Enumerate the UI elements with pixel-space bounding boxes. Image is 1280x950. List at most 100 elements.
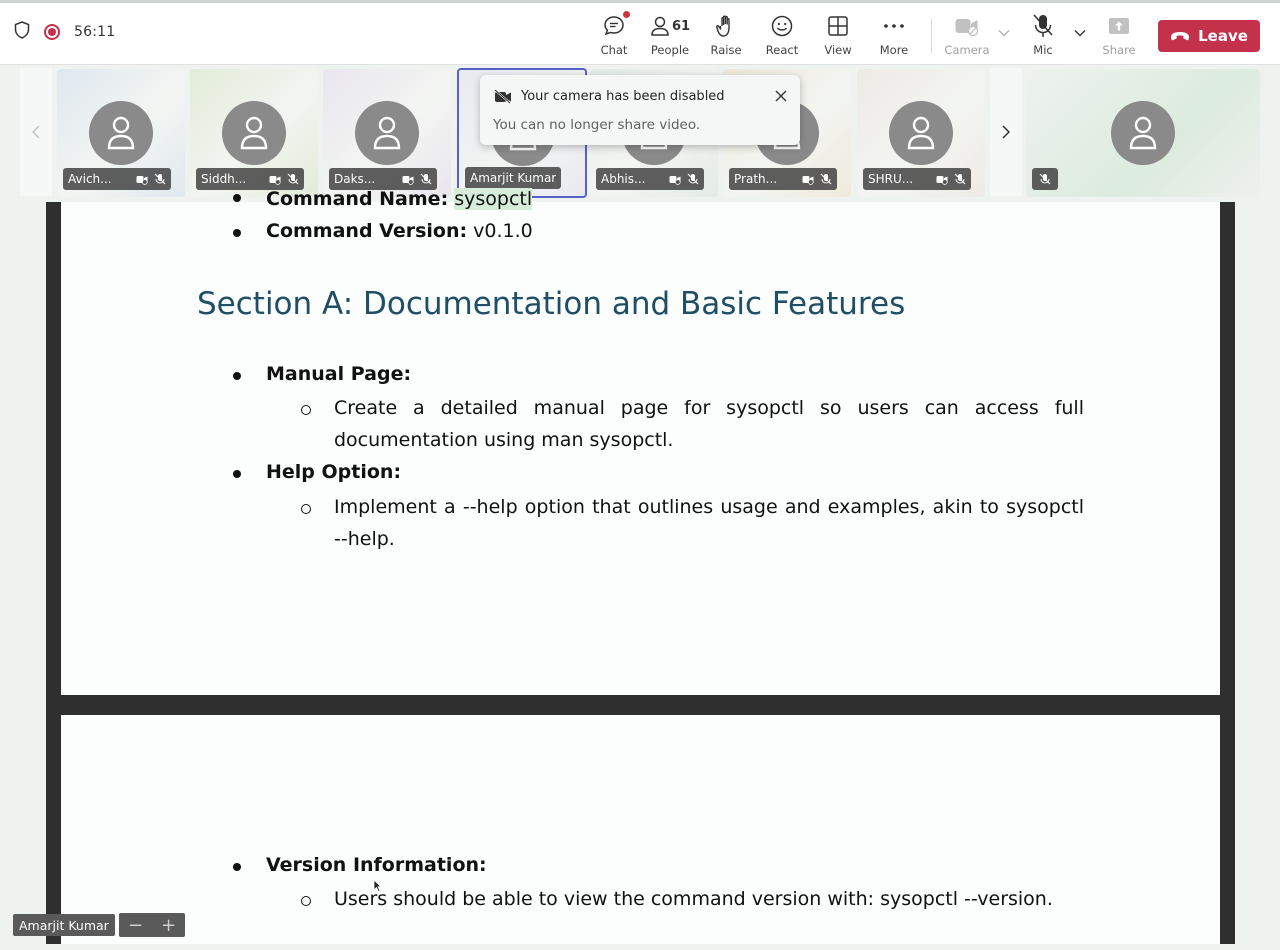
toolbar-divider [931,19,932,53]
more-button[interactable]: More [866,13,922,59]
help-option-item: Help Option: [266,461,401,483]
camera-label: Camera [944,43,990,57]
participant-tile[interactable]: Siddh... [190,69,318,197]
document-page: Command Name: sysopctl Command Version: … [61,188,1220,695]
manual-page-label: Manual Page: [266,363,412,385]
section-heading: Section A: Documentation and Basic Featu… [197,286,906,322]
view-button[interactable]: View [810,13,866,59]
raise-label: Raise [710,43,742,57]
participant-namebar: Avich... [63,168,171,190]
camera-off-icon [136,173,148,185]
help-option-line-1: Implement a --help option that outlines … [334,496,1084,518]
shared-document-view[interactable]: Command Name: sysopctl Command Version: … [46,188,1235,944]
share-icon [1108,13,1130,39]
manual-page-line-1: Create a detailed manual page for sysopc… [334,397,1084,419]
command-name-value: sysopctl [454,188,533,210]
camera-off-icon [494,89,512,108]
people-button[interactable]: 61 People [642,13,698,59]
close-icon[interactable] [774,88,788,107]
zoom-out-button[interactable]: − [119,913,152,937]
mic-off-icon [687,173,699,185]
help-option-line-2: --help. [334,528,395,550]
help-option-label: Help Option: [266,461,402,483]
command-version-label: Command Version: [266,220,468,242]
bullet-icon [233,372,241,380]
share-button[interactable]: Share [1091,13,1147,59]
avatar [1111,101,1175,165]
person-icon [1129,116,1157,150]
participant-tile[interactable]: Daks... [323,69,451,197]
recording-icon [44,24,60,40]
camera-button[interactable]: Camera [939,13,995,59]
chat-label: Chat [600,43,628,57]
participant-name: SHRU... [868,172,914,186]
self-video-tile[interactable] [1026,69,1260,197]
presenter-name: Amarjit Kumar [13,914,115,936]
mic-off-icon [954,173,966,185]
camera-off-icon [669,173,681,185]
mic-off-icon [154,173,166,185]
self-mic-indicator [1032,168,1058,190]
participant-tile[interactable]: SHRU... [857,69,985,197]
participant-namebar: Abhis... [596,168,704,190]
mic-off-icon [287,173,299,185]
document-page: Version Information: Users should be abl… [61,715,1220,944]
more-label: More [879,43,909,57]
person-icon [373,116,401,150]
unread-indicator [623,11,630,18]
camera-off-icon [802,173,814,185]
strip-next-button[interactable] [990,68,1022,196]
strip-prev-button[interactable] [20,68,52,196]
version-info-item: Version Information: [266,854,487,876]
sub-bullet-icon [301,405,311,415]
bullet-icon [233,863,241,871]
smiley-icon [770,13,794,39]
mic-label: Mic [1033,43,1053,57]
leave-button[interactable]: Leave [1158,20,1260,52]
zoom-in-button[interactable]: + [152,913,185,937]
participant-namebar: SHRU... [863,168,971,190]
raise-hand-button[interactable]: Raise [698,13,754,59]
mic-options-chevron-icon[interactable] [1072,25,1088,41]
mic-off-icon [1032,13,1054,39]
mic-off-icon [420,173,432,185]
camera-off-icon [402,173,414,185]
people-label: People [650,43,690,57]
person-icon [907,116,935,150]
leave-label: Leave [1198,27,1248,45]
mic-off-icon [1039,173,1051,185]
command-name-label: Command Name: [266,188,449,210]
person-icon [107,116,135,150]
people-icon-group: 61 [650,13,690,39]
react-label: React [765,43,799,57]
chat-button[interactable]: Chat [586,11,642,59]
bullet-icon [233,470,241,478]
camera-options-chevron-icon[interactable] [996,25,1012,41]
phone-hangup-icon [1170,27,1190,45]
participant-name: Daks... [334,172,376,186]
grid-view-icon [827,13,849,39]
share-label: Share [1102,43,1136,57]
meeting-status: 56:11 [14,21,115,43]
participant-namebar: Daks... [329,168,437,190]
mic-button[interactable]: Mic [1015,13,1071,59]
mic-off-icon [820,173,832,185]
camera-off-icon [269,173,281,185]
zoom-controls: − + [119,913,185,937]
avatar [355,101,419,165]
avatar [889,101,953,165]
participant-tile[interactable]: Avich... [57,69,185,197]
help-option-text: Implement a --help option that outlines … [334,491,1084,555]
participant-name: Abhis... [601,172,646,186]
chevron-right-icon [1002,125,1010,139]
version-info-label: Version Information: [266,854,487,876]
person-icon [240,116,268,150]
bullet-icon [233,194,241,202]
meeting-toolbar: 56:11 Chat 61 People Raise React View Mo… [0,0,1280,65]
participant-name: Prath... [734,172,778,186]
participant-name: Amarjit Kumar [470,171,557,185]
camera-disabled-notification: Your camera has been disabled You can no… [480,75,800,145]
version-info-text: Users should be able to view the command… [334,888,1053,910]
manual-page-text: Create a detailed manual page for sysopc… [334,392,1084,456]
react-button[interactable]: React [754,13,810,59]
